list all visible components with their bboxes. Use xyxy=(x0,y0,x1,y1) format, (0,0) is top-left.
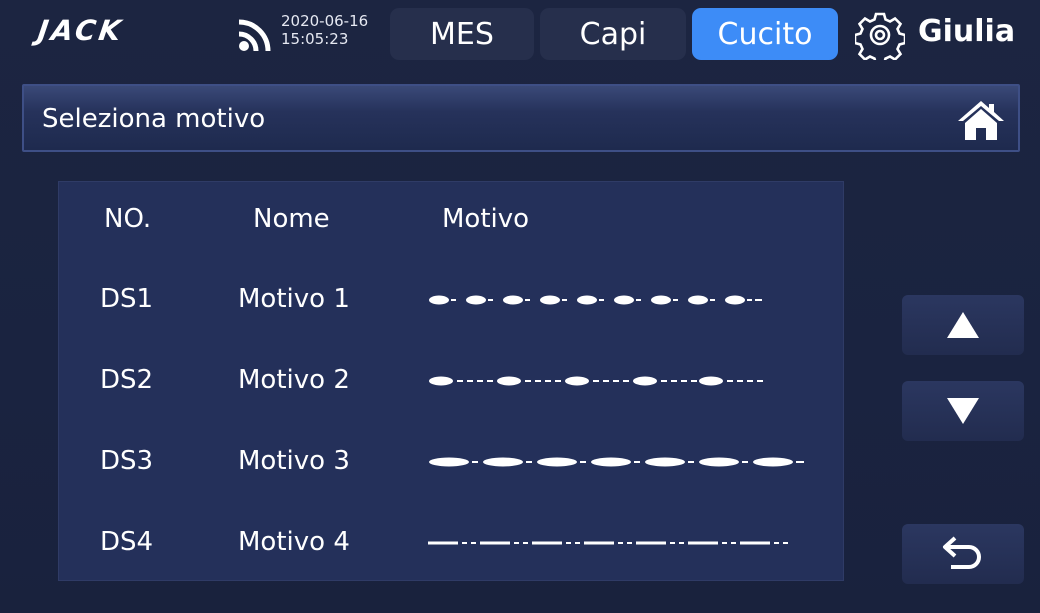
row-2-no[interactable]: DS2 xyxy=(100,365,153,395)
row-4-no[interactable]: DS4 xyxy=(100,527,153,557)
date-text: 2020-06-16 xyxy=(281,12,369,30)
row-2-name[interactable]: Motivo 2 xyxy=(238,365,350,395)
scroll-up-button[interactable] xyxy=(902,295,1024,355)
row-1-no[interactable]: DS1 xyxy=(100,284,153,314)
row-4-name[interactable]: Motivo 4 xyxy=(238,527,350,557)
screen: JACK 2020-06-16 15:05:23 MES Capi Cucito… xyxy=(0,0,1040,613)
scroll-down-button[interactable] xyxy=(902,381,1024,441)
back-button[interactable] xyxy=(902,524,1024,584)
tab-mes[interactable]: MES xyxy=(390,8,534,60)
column-header-no: NO. xyxy=(104,204,152,234)
tab-capi[interactable]: Capi xyxy=(540,8,686,60)
row-3-name[interactable]: Motivo 3 xyxy=(238,446,350,476)
gear-icon[interactable] xyxy=(855,10,905,60)
jack-logo: JACK xyxy=(35,14,126,47)
column-header-name: Nome xyxy=(253,204,330,234)
pattern-dash-dot-line[interactable] xyxy=(428,531,808,555)
page-title: Seleziona motivo xyxy=(42,104,266,134)
row-1-name[interactable]: Motivo 1 xyxy=(238,284,350,314)
pattern-long-dots[interactable] xyxy=(428,450,808,474)
down-arrow-icon xyxy=(947,398,979,424)
datetime: 2020-06-16 15:05:23 xyxy=(281,12,368,48)
row-3-no[interactable]: DS3 xyxy=(100,446,153,476)
back-arrow-icon xyxy=(943,536,981,569)
column-header-pattern: Motivo xyxy=(442,204,530,234)
wifi-icon xyxy=(238,19,271,52)
time-text: 15:05:23 xyxy=(281,30,349,48)
pattern-dot-long-dash[interactable] xyxy=(428,369,808,393)
title-bar: Seleziona motivo xyxy=(22,84,1020,152)
home-icon[interactable] xyxy=(956,98,1006,142)
pattern-short-dots[interactable] xyxy=(428,288,808,312)
user-name[interactable]: Giulia xyxy=(918,14,1015,49)
up-arrow-icon xyxy=(947,312,979,338)
tab-cucito[interactable]: Cucito xyxy=(692,8,838,60)
